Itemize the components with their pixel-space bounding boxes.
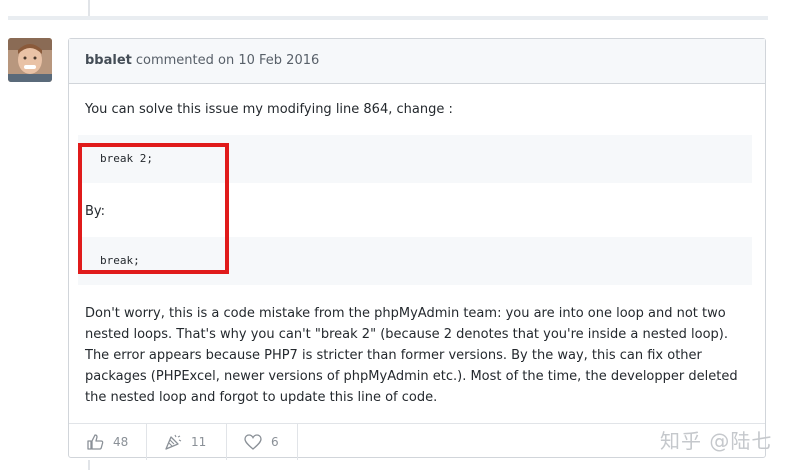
reaction-divider bbox=[226, 424, 227, 460]
party-popper-icon bbox=[165, 434, 182, 450]
avatar[interactable] bbox=[8, 38, 52, 82]
highlight-annotation-box bbox=[78, 143, 229, 274]
reaction-party[interactable]: 11 bbox=[163, 424, 206, 460]
comment-intro: You can solve this issue my modifying li… bbox=[85, 102, 453, 117]
previous-comment-divider bbox=[8, 16, 768, 20]
reaction-count-heart: 6 bbox=[271, 435, 279, 449]
timeline-line-top bbox=[88, 0, 90, 16]
thumbs-up-icon bbox=[87, 434, 104, 450]
comment-explanation: Don't worry, this is a code mistake from… bbox=[85, 306, 738, 405]
reaction-thumbs-up[interactable]: 48 bbox=[85, 424, 128, 460]
reaction-count-party: 11 bbox=[191, 435, 207, 449]
user-avatar-image bbox=[8, 38, 52, 82]
reaction-divider bbox=[297, 424, 298, 460]
heart-icon bbox=[244, 434, 262, 450]
comment-header: bbalet commented on 10 Feb 2016 bbox=[69, 39, 765, 84]
comment-meta[interactable]: commented on 10 Feb 2016 bbox=[136, 53, 319, 68]
watermark: 知乎 @陆七 bbox=[660, 429, 773, 453]
reaction-count-thumbs-up: 48 bbox=[113, 435, 129, 449]
timeline-line-bottom bbox=[88, 460, 90, 470]
author-link[interactable]: bbalet bbox=[85, 53, 132, 68]
reaction-divider bbox=[146, 424, 147, 460]
reaction-heart[interactable]: 6 bbox=[243, 424, 279, 460]
